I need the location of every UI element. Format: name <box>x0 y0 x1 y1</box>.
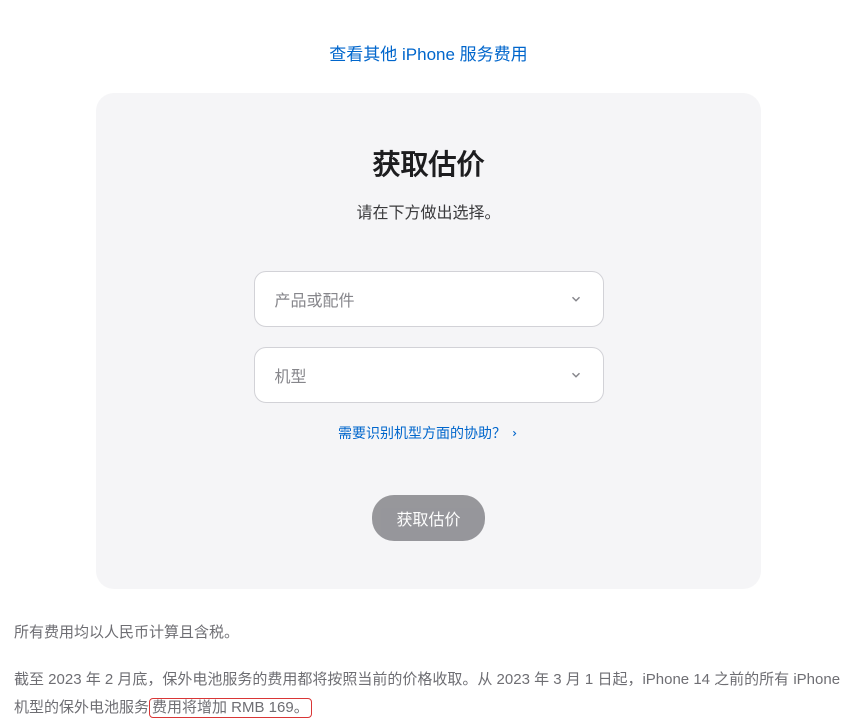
estimate-card: 获取估价 请在下方做出选择。 产品或配件 机型 需要识别机型方面的协助？ <box>96 93 761 589</box>
model-select-placeholder: 机型 <box>275 363 307 387</box>
get-estimate-button[interactable]: 获取估价 <box>372 495 484 541</box>
chevron-right-icon <box>510 425 519 441</box>
highlighted-price-change: 费用将增加 RMB 169。 <box>149 698 312 718</box>
view-other-services-link[interactable]: 查看其他 iPhone 服务费用 <box>329 45 527 64</box>
help-link-wrap: 需要识别机型方面的协助？ <box>136 423 721 443</box>
select-wrap-model: 机型 <box>254 347 604 403</box>
footer-line-1: 所有费用均以人民币计算且含税。 <box>14 619 843 648</box>
help-link-label: 需要识别机型方面的协助？ <box>338 423 506 443</box>
product-select-placeholder: 产品或配件 <box>275 287 355 311</box>
footer-line-2-pre: 截至 2023 年 2 月底，保外电池服务的费用都将按照当前的价格收取。从 20… <box>14 671 840 717</box>
model-select[interactable]: 机型 <box>254 347 604 403</box>
top-link-wrap: 查看其他 iPhone 服务费用 <box>10 0 847 93</box>
identify-model-help-link[interactable]: 需要识别机型方面的协助？ <box>338 423 519 443</box>
footer-text: 所有费用均以人民币计算且含税。 截至 2023 年 2 月底，保外电池服务的费用… <box>10 589 847 723</box>
card-subtitle: 请在下方做出选择。 <box>136 199 721 223</box>
chevron-down-icon <box>569 292 583 306</box>
select-wrap-product: 产品或配件 <box>254 271 604 327</box>
card-title: 获取估价 <box>136 143 721 183</box>
product-select[interactable]: 产品或配件 <box>254 271 604 327</box>
chevron-down-icon <box>569 368 583 382</box>
footer-line-2: 截至 2023 年 2 月底，保外电池服务的费用都将按照当前的价格收取。从 20… <box>14 666 843 723</box>
